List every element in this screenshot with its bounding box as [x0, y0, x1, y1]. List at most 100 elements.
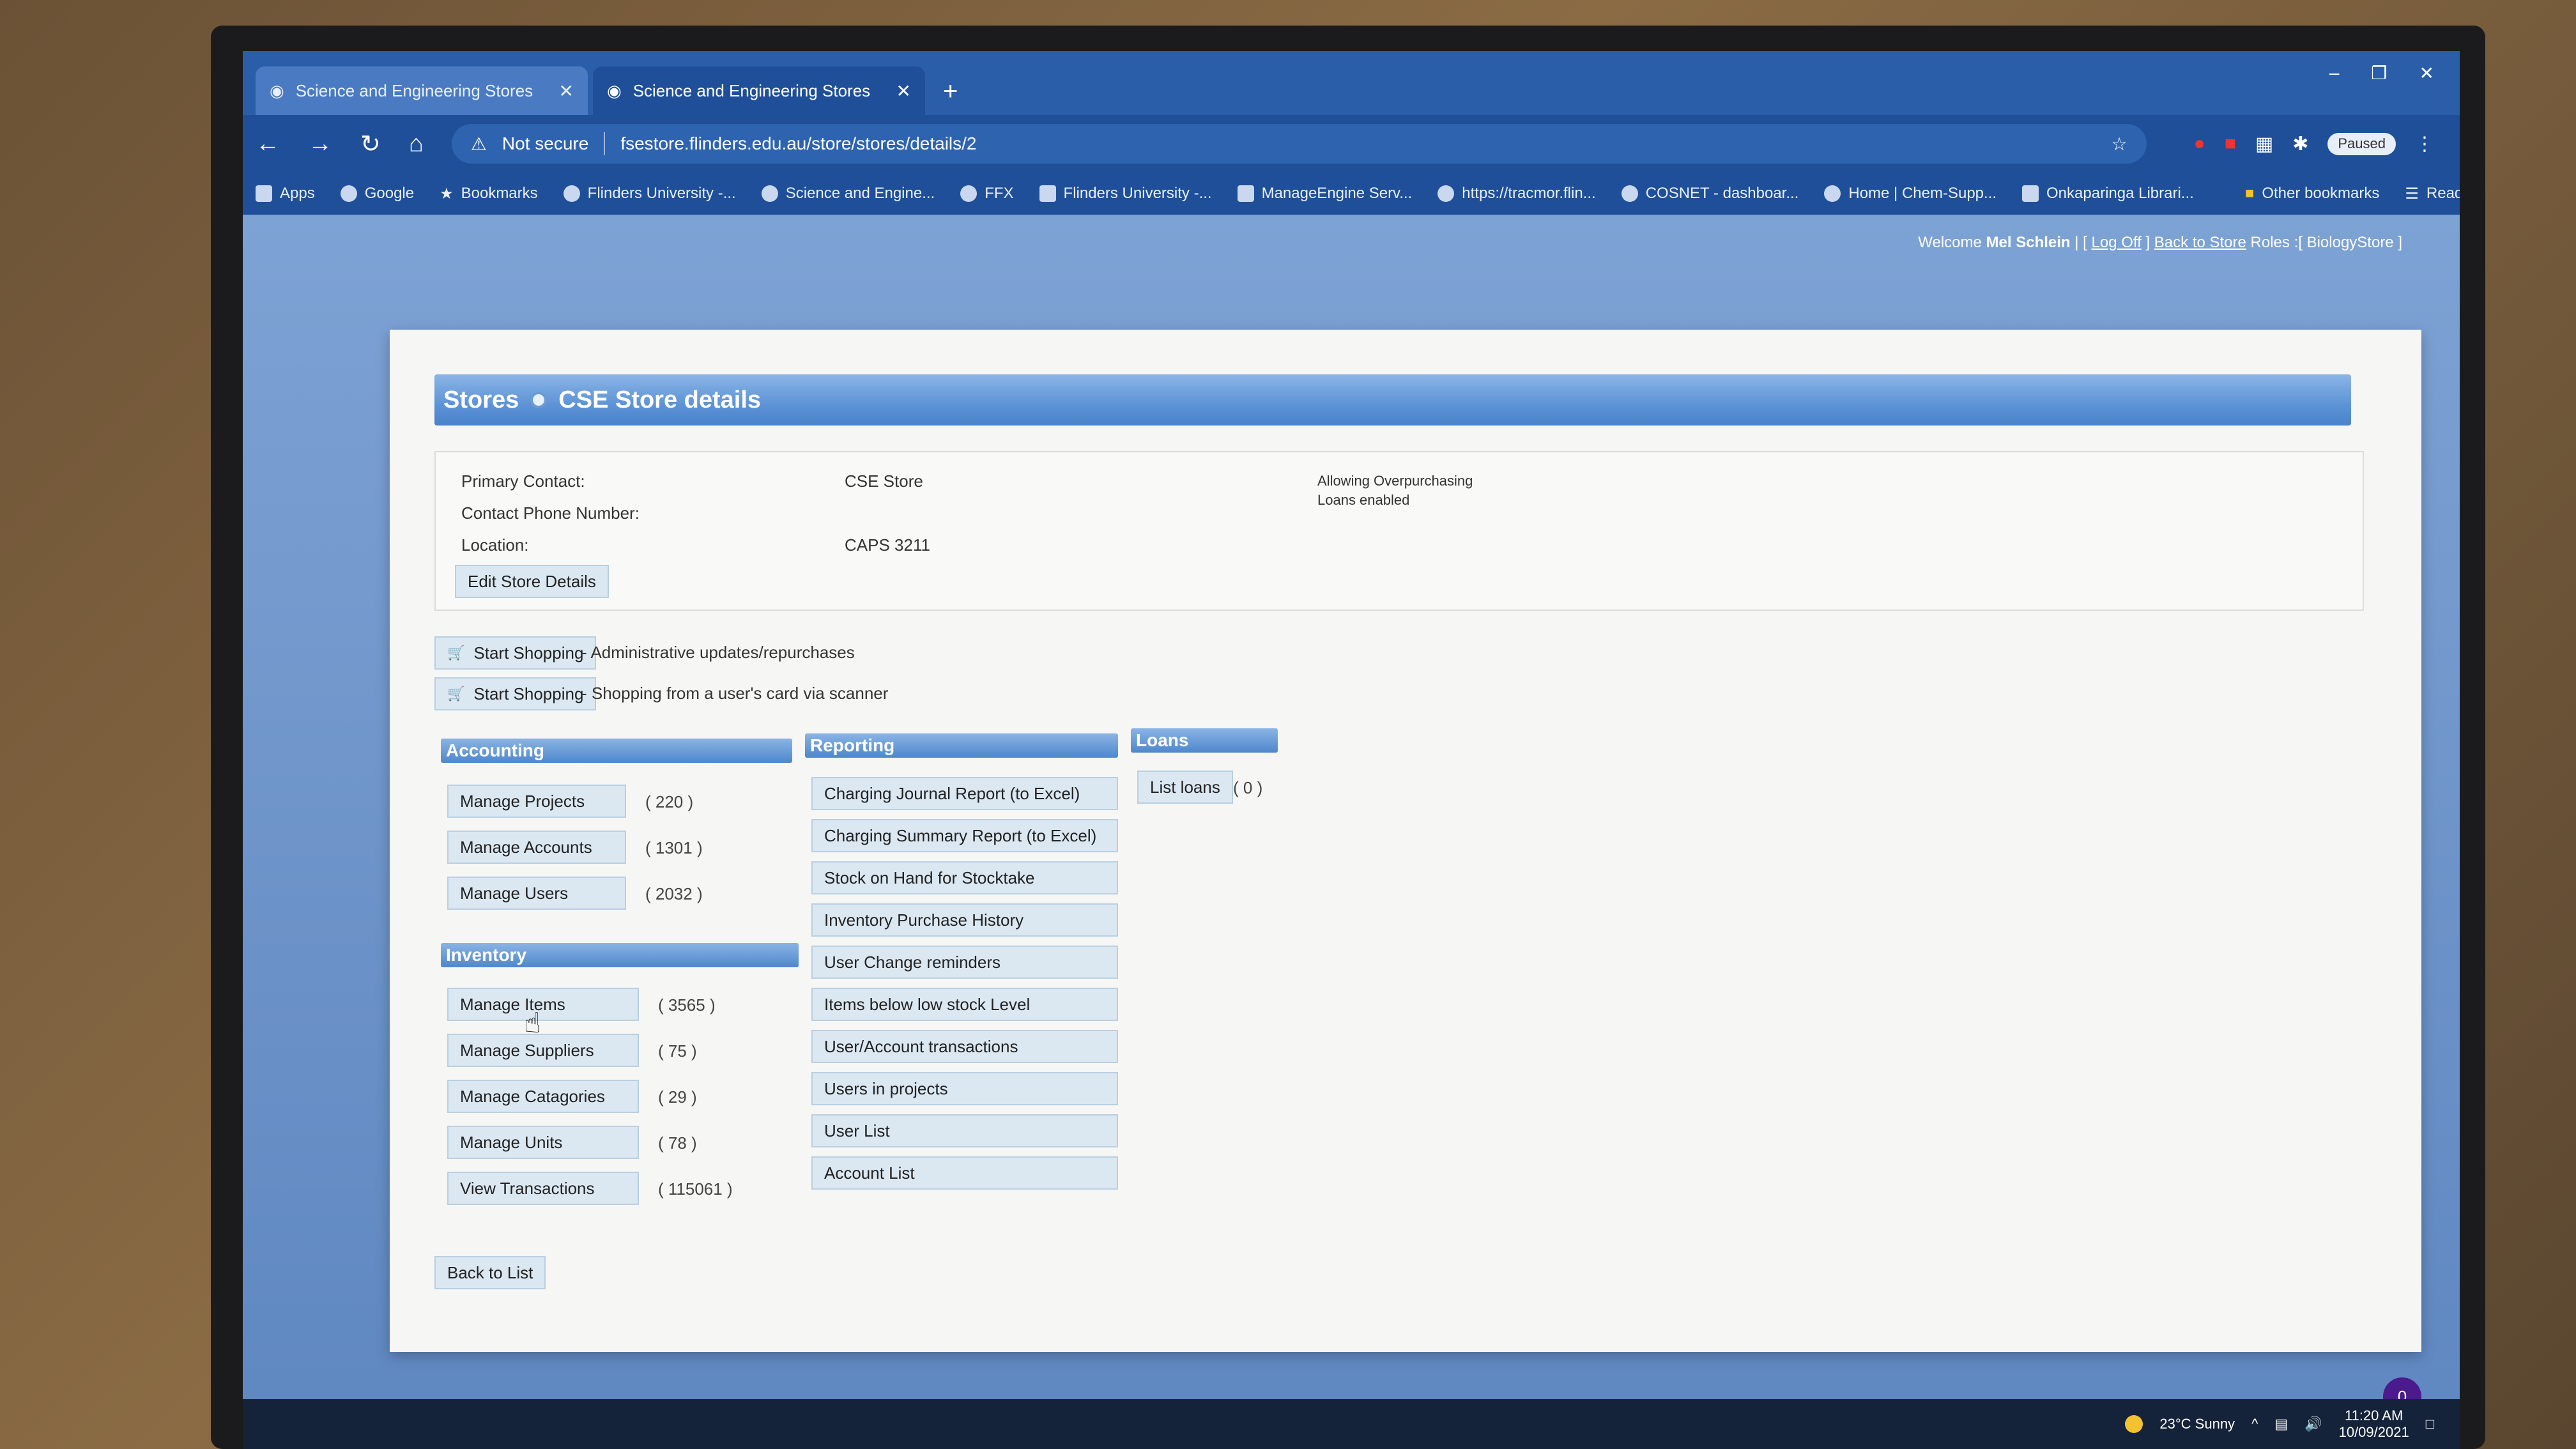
manageengine-icon — [1237, 185, 1254, 202]
start-shopping-label: Start Shopping — [473, 684, 584, 703]
tab-title: Science and Engineering Stores — [632, 80, 871, 100]
bookmark-ffx[interactable]: FFX — [960, 185, 1014, 203]
manage-users-button[interactable]: Manage Users — [447, 877, 626, 910]
back-to-list-button[interactable]: Back to List — [434, 1256, 546, 1289]
clock-time: 11:20 AM — [2344, 1407, 2404, 1423]
log-off-link[interactable]: Log Off — [2092, 234, 2142, 251]
list-loans-button[interactable]: List loans — [1137, 770, 1233, 804]
primary-contact-label: Primary Contact: — [461, 471, 585, 491]
welcome-bar: Welcome Mel Schlein | [ Log Off ] Back t… — [1918, 234, 2402, 251]
overpurchasing-note: Allowing Overpurchasing — [1317, 473, 1473, 489]
manage-items-button[interactable]: Manage Items — [447, 988, 639, 1021]
user-list-button[interactable]: User List — [811, 1114, 1118, 1147]
loans-count: ( 0 ) — [1233, 778, 1263, 797]
user-change-reminders-button[interactable]: User Change reminders — [811, 946, 1118, 979]
back-to-store-link[interactable]: Back to Store — [2154, 234, 2246, 251]
restore-icon[interactable]: ❐ — [2371, 63, 2387, 84]
globe-icon — [761, 185, 778, 202]
screen: ◉ Science and Engineering Stores ✕ ◉ Sci… — [243, 51, 2460, 1449]
user-account-transactions-button[interactable]: User/Account transactions — [811, 1030, 1118, 1063]
pdf-extension-icon[interactable]: ■ — [2225, 133, 2236, 155]
loans-heading: Loans — [1131, 728, 1278, 753]
account-list-button[interactable]: Account List — [811, 1156, 1118, 1190]
action-center-icon[interactable]: □ — [2426, 1416, 2434, 1432]
clock-date: 10/09/2021 — [2338, 1424, 2409, 1440]
users-in-projects-button[interactable]: Users in projects — [811, 1072, 1118, 1105]
volume-icon[interactable]: 🔊 — [2304, 1416, 2322, 1432]
accounts-count: ( 1301 ) — [645, 838, 703, 857]
reporting-heading: Reporting — [805, 733, 1118, 758]
globe-icon: ◉ — [607, 80, 622, 100]
manage-categories-button[interactable]: Manage Catagories — [447, 1080, 639, 1113]
close-tab-icon[interactable]: ✕ — [559, 80, 574, 102]
browser-tab[interactable]: ◉ Science and Engineering Stores ✕ — [256, 66, 588, 115]
bookmark-cosnet[interactable]: COSNET - dashboar... — [1621, 185, 1798, 203]
roles-label: Roles :[ BiologyStore ] — [2250, 234, 2402, 251]
close-tab-icon[interactable]: ✕ — [896, 80, 911, 102]
close-window-icon[interactable]: ✕ — [2419, 63, 2434, 84]
menu-icon[interactable]: ⋮ — [2415, 133, 2434, 155]
page-title: CSE Store details — [558, 386, 762, 413]
new-tab-button[interactable]: + — [930, 77, 970, 115]
manage-accounts-button[interactable]: Manage Accounts — [447, 831, 626, 864]
reading-list[interactable]: ☰Reading list — [2405, 185, 2460, 203]
items-below-low-stock-button[interactable]: Items below low stock Level — [811, 988, 1118, 1021]
bookmark-flinders-2[interactable]: Flinders University -... — [1039, 185, 1212, 203]
location-label: Location: — [461, 535, 529, 555]
edit-store-details-button[interactable]: Edit Store Details — [455, 565, 609, 598]
bookmark-apps[interactable]: Apps — [256, 185, 315, 203]
tray-chevron-icon[interactable]: ^ — [2251, 1416, 2258, 1432]
clock[interactable]: 11:20 AM 10/09/2021 — [2339, 1407, 2409, 1441]
loans-note: Loans enabled — [1317, 492, 1410, 508]
start-shopping-admin-button[interactable]: 🛒 Start Shopping — [434, 636, 597, 670]
bookmark-bookmarks[interactable]: ★ Bookmarks — [440, 185, 538, 203]
categories-count: ( 29 ) — [658, 1087, 697, 1107]
address-bar[interactable]: ⚠ Not secure fsestore.flinders.edu.au/st… — [451, 124, 2147, 164]
charging-journal-report-button[interactable]: Charging Journal Report (to Excel) — [811, 777, 1118, 810]
profile-status[interactable]: Paused — [2327, 132, 2396, 155]
taskbar: 23°C Sunny ^ ▤ 🔊 11:20 AM 10/09/2021 □ — [243, 1399, 2460, 1449]
inventory-purchase-history-button[interactable]: Inventory Purchase History — [811, 903, 1118, 937]
cart-icon: 🛒 — [447, 645, 465, 661]
flinders-icon — [563, 185, 580, 202]
bookmark-manageengine[interactable]: ManageEngine Serv... — [1237, 185, 1412, 203]
bookmark-flinders-1[interactable]: Flinders University -... — [563, 185, 736, 203]
manage-projects-button[interactable]: Manage Projects — [447, 785, 626, 818]
opera-extension-icon[interactable]: ● — [2194, 133, 2205, 155]
other-bookmarks[interactable]: ■ Other bookmarks — [2245, 185, 2380, 203]
tab-title: Science and Engineering Stores — [295, 80, 533, 100]
manage-suppliers-button[interactable]: Manage Suppliers — [447, 1034, 639, 1067]
extension-icon[interactable]: ▦ — [2255, 133, 2273, 155]
bookmark-tracmor[interactable]: https://tracmor.flin... — [1438, 185, 1596, 203]
location-value: CAPS 3211 — [845, 535, 930, 555]
start-shopping-label: Start Shopping — [473, 643, 584, 663]
manage-units-button[interactable]: Manage Units — [447, 1126, 639, 1159]
stock-on-hand-button[interactable]: Stock on Hand for Stocktake — [811, 861, 1118, 894]
chem-supp-icon — [1824, 185, 1841, 202]
star-icon[interactable]: ☆ — [2112, 134, 2128, 155]
hand-cursor-icon: ☝ — [524, 1008, 541, 1039]
forward-arrow-icon[interactable]: → — [308, 130, 332, 158]
reload-icon[interactable]: ↻ — [360, 130, 381, 158]
library-icon — [2022, 185, 2039, 202]
browser-tab-active[interactable]: ◉ Science and Engineering Stores ✕ — [593, 66, 925, 115]
charging-summary-report-button[interactable]: Charging Summary Report (to Excel) — [811, 819, 1118, 852]
bookmarks-bar: Apps Google ★ Bookmarks Flinders Universi… — [243, 172, 2460, 215]
puzzle-icon[interactable]: ✱ — [2292, 133, 2308, 155]
bookmark-science-engine[interactable]: Science and Engine... — [761, 185, 935, 203]
apps-grid-icon — [256, 185, 272, 202]
bookmark-onkaparinga[interactable]: Onkaparinga Librari... — [2022, 185, 2194, 203]
minimize-icon[interactable]: – — [2329, 63, 2340, 84]
view-transactions-button[interactable]: View Transactions — [447, 1172, 639, 1205]
weather-text[interactable]: 23°C Sunny — [2159, 1416, 2235, 1432]
back-arrow-icon[interactable]: ← — [256, 130, 280, 158]
bookmark-google[interactable]: Google — [340, 185, 414, 203]
globe-icon — [1438, 185, 1455, 202]
breadcrumb-stores[interactable]: Stores — [443, 387, 519, 414]
start-shopping-scanner-button[interactable]: 🛒 Start Shopping — [434, 677, 597, 710]
home-icon[interactable]: ⌂ — [409, 130, 424, 158]
network-icon[interactable]: ▤ — [2274, 1416, 2288, 1432]
bookmark-chem-supp[interactable]: Home | Chem-Supp... — [1824, 185, 1997, 203]
cosnet-icon — [1621, 185, 1638, 202]
folder-icon: ■ — [2244, 185, 2255, 202]
